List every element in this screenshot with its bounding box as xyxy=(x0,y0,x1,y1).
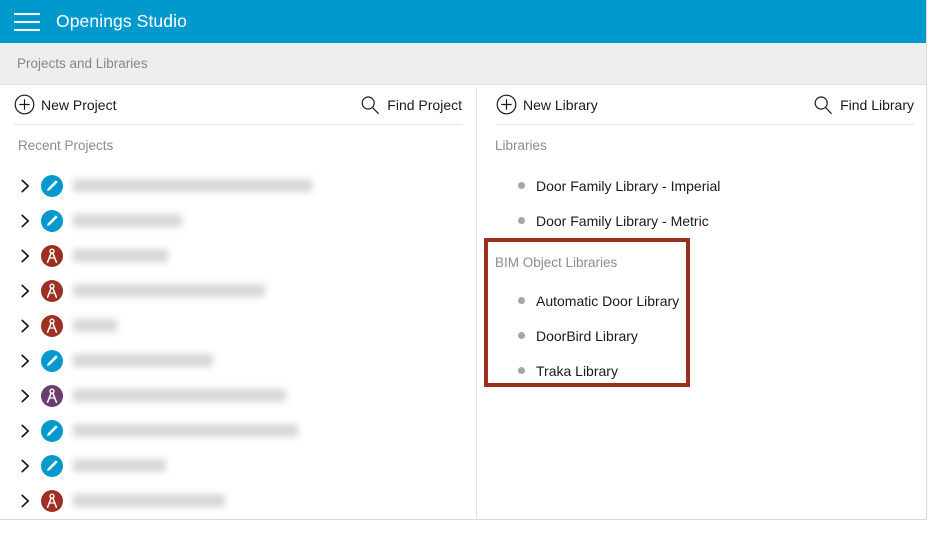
library-item[interactable]: Traka Library xyxy=(477,353,926,388)
new-library-label: New Library xyxy=(523,96,598,113)
library-item-label: Door Family Library - Imperial xyxy=(536,177,721,194)
bullet-icon xyxy=(518,367,525,374)
project-row[interactable] xyxy=(0,343,476,378)
projects-toolbar: New Project Find Project xyxy=(14,85,462,125)
pencil-circle-icon xyxy=(41,419,63,442)
hamburger-line xyxy=(14,12,40,15)
search-icon xyxy=(813,95,833,115)
project-name xyxy=(73,214,182,227)
expand-chevron-icon[interactable] xyxy=(20,213,31,229)
plus-circle-icon xyxy=(496,94,517,115)
pencil-circle-icon xyxy=(41,454,63,477)
expand-chevron-icon[interactable] xyxy=(20,493,31,509)
project-row[interactable] xyxy=(0,413,476,448)
expand-chevron-icon[interactable] xyxy=(20,388,31,404)
expand-chevron-icon[interactable] xyxy=(20,248,31,264)
breadcrumb-label: Projects and Libraries xyxy=(17,56,148,71)
projects-panel: New Project Find Project Recent Projects xyxy=(0,85,476,519)
pencil-circle-icon xyxy=(41,174,63,197)
project-name xyxy=(73,494,225,507)
recent-projects-label: Recent Projects xyxy=(18,138,114,153)
project-name xyxy=(73,319,117,332)
bim-object-libraries-list: Automatic Door Library DoorBird Library Tr… xyxy=(477,283,926,388)
new-project-label: New Project xyxy=(41,96,117,113)
content-area: New Project Find Project Recent Projects xyxy=(0,85,926,519)
library-item-label: Door Family Library - Metric xyxy=(536,212,709,229)
project-name xyxy=(73,179,312,192)
bullet-icon xyxy=(518,182,525,189)
recent-projects-list xyxy=(0,168,476,518)
project-name xyxy=(73,424,298,437)
hamburger-line xyxy=(14,28,40,31)
find-project-button[interactable]: Find Project xyxy=(360,95,462,115)
breadcrumb-bar: Projects and Libraries xyxy=(0,43,926,85)
project-row[interactable] xyxy=(0,448,476,483)
bullet-icon xyxy=(518,332,525,339)
find-project-label: Find Project xyxy=(387,96,462,113)
find-library-label: Find Library xyxy=(840,96,914,113)
plus-circle-icon xyxy=(14,94,35,115)
compass-circle-icon xyxy=(41,314,63,337)
compass-circle-icon xyxy=(41,384,63,407)
project-name xyxy=(73,354,213,367)
libraries-label: Libraries xyxy=(495,138,547,153)
library-item[interactable]: DoorBird Library xyxy=(477,318,926,353)
title-bar: Openings Studio xyxy=(0,0,926,43)
project-name xyxy=(73,249,168,262)
library-item[interactable]: Automatic Door Library xyxy=(477,283,926,318)
library-item-label: Automatic Door Library xyxy=(536,292,680,309)
new-project-button[interactable]: New Project xyxy=(14,94,116,115)
bullet-icon xyxy=(518,297,525,304)
compass-circle-icon xyxy=(41,489,63,512)
project-row[interactable] xyxy=(0,378,476,413)
project-row[interactable] xyxy=(0,168,476,203)
expand-chevron-icon[interactable] xyxy=(20,318,31,334)
library-item[interactable]: Door Family Library - Metric xyxy=(477,203,926,238)
project-name xyxy=(73,284,265,297)
expand-chevron-icon[interactable] xyxy=(20,178,31,194)
project-row[interactable] xyxy=(0,238,476,273)
bim-object-libraries-label: BIM Object Libraries xyxy=(495,255,618,270)
project-row[interactable] xyxy=(0,273,476,308)
application-window: Openings Studio Projects and Libraries N… xyxy=(0,0,927,520)
library-item[interactable]: Door Family Library - Imperial xyxy=(477,168,926,203)
library-item-label: Traka Library xyxy=(536,362,618,379)
project-row[interactable] xyxy=(0,308,476,343)
libraries-panel: New Library Find Library Libraries Door … xyxy=(477,85,926,519)
project-row[interactable] xyxy=(0,203,476,238)
project-name xyxy=(73,459,166,472)
pencil-circle-icon xyxy=(41,209,63,232)
project-row[interactable] xyxy=(0,483,476,518)
pencil-circle-icon xyxy=(41,349,63,372)
find-library-button[interactable]: Find Library xyxy=(813,95,914,115)
compass-circle-icon xyxy=(41,279,63,302)
search-icon xyxy=(360,95,380,115)
expand-chevron-icon[interactable] xyxy=(20,458,31,474)
library-item-label: DoorBird Library xyxy=(536,327,638,344)
expand-chevron-icon[interactable] xyxy=(20,423,31,439)
hamburger-menu-icon[interactable] xyxy=(14,12,40,31)
new-library-button[interactable]: New Library xyxy=(496,94,598,115)
libraries-list: Door Family Library - Imperial Door Famil… xyxy=(477,168,926,238)
expand-chevron-icon[interactable] xyxy=(20,283,31,299)
project-name xyxy=(73,389,286,402)
app-title: Openings Studio xyxy=(56,11,187,31)
bullet-icon xyxy=(518,217,525,224)
libraries-toolbar: New Library Find Library xyxy=(496,85,914,125)
compass-circle-icon xyxy=(41,244,63,267)
hamburger-line xyxy=(14,20,40,23)
expand-chevron-icon[interactable] xyxy=(20,353,31,369)
